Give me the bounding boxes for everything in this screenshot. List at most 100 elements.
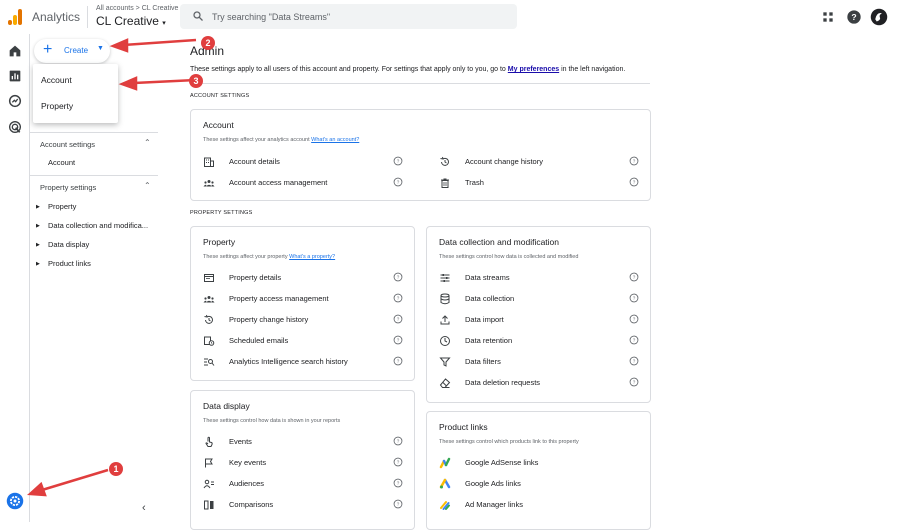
data-retention-row[interactable]: Data retention ? xyxy=(439,334,639,348)
eraser-icon xyxy=(439,378,451,388)
property-settings-header[interactable]: Property settings xyxy=(40,183,96,192)
apps-grid-icon[interactable] xyxy=(820,9,836,25)
create-label: Create xyxy=(64,46,89,55)
card-title: Data display xyxy=(203,401,250,411)
chevron-up-icon[interactable]: ⌃ xyxy=(144,181,151,190)
data-deletion-row[interactable]: Data deletion requests ? xyxy=(439,376,639,390)
search-icon xyxy=(193,11,203,21)
building-icon xyxy=(204,157,214,167)
account-change-history-row[interactable]: Account change history ? xyxy=(439,155,639,169)
sidenav-item-data-collection[interactable]: Data collection and modifica... xyxy=(48,221,148,230)
sidenav-item-data-display[interactable]: Data display xyxy=(48,240,89,249)
svg-text:?: ? xyxy=(397,481,400,486)
expand-triangle-icon[interactable]: ▶ xyxy=(36,223,40,229)
trash-row[interactable]: Trash ? xyxy=(439,176,639,190)
card-icon xyxy=(204,274,214,282)
comparisons-row[interactable]: Comparisons ? xyxy=(203,498,403,512)
collapse-nav-icon[interactable]: ‹ xyxy=(142,502,146,514)
card-title: Data collection and modification xyxy=(439,237,560,247)
touch-icon xyxy=(205,436,213,447)
search-input[interactable] xyxy=(212,8,502,25)
svg-text:?: ? xyxy=(633,159,636,164)
expand-triangle-icon[interactable]: ▶ xyxy=(36,261,40,267)
admin-gear-icon[interactable] xyxy=(6,492,24,510)
account-access-row[interactable]: Account access management ? xyxy=(203,176,403,190)
svg-text:?: ? xyxy=(397,460,400,465)
sidenav-item-property[interactable]: Property xyxy=(48,202,76,211)
chevron-up-icon[interactable]: ⌃ xyxy=(144,138,151,147)
create-menu-property[interactable]: Property xyxy=(41,101,73,111)
help-icon[interactable]: ? xyxy=(629,335,639,345)
help-icon[interactable]: ? xyxy=(393,436,403,446)
help-icon[interactable]: ? xyxy=(393,335,403,345)
app-title: Analytics xyxy=(32,10,81,24)
ad-manager-links-row[interactable]: Ad Manager links xyxy=(439,498,639,512)
help-icon[interactable]: ? xyxy=(629,293,639,303)
avatar[interactable] xyxy=(870,8,888,26)
data-import-row[interactable]: Data import ? xyxy=(439,313,639,327)
analytics-logo-icon[interactable] xyxy=(8,9,22,25)
reports-icon[interactable] xyxy=(7,68,23,84)
home-icon[interactable] xyxy=(7,43,23,59)
data-streams-row[interactable]: Data streams ? xyxy=(439,271,639,285)
expand-triangle-icon[interactable]: ▶ xyxy=(36,204,40,210)
help-icon[interactable]: ? xyxy=(846,9,862,25)
data-filters-row[interactable]: Data filters ? xyxy=(439,355,639,369)
sidenav-item-account[interactable]: Account xyxy=(48,158,75,167)
help-icon[interactable]: ? xyxy=(393,314,403,324)
history-icon xyxy=(440,156,449,166)
help-icon[interactable]: ? xyxy=(629,377,639,387)
help-icon[interactable]: ? xyxy=(393,499,403,509)
help-icon[interactable]: ? xyxy=(629,356,639,366)
create-button[interactable]: + Create ▼ xyxy=(34,39,110,63)
whats-property-link[interactable]: What's a property? xyxy=(289,254,335,260)
help-icon[interactable]: ? xyxy=(393,356,403,366)
svg-text:?: ? xyxy=(397,317,400,322)
search-bar[interactable] xyxy=(180,4,517,29)
audiences-row[interactable]: Audiences ? xyxy=(203,477,403,491)
expand-triangle-icon[interactable]: ▶ xyxy=(36,242,40,248)
data-collection-row[interactable]: Data collection ? xyxy=(439,292,639,306)
whats-account-link[interactable]: What's an account? xyxy=(311,137,359,143)
property-access-row[interactable]: Property access management ? xyxy=(203,292,403,306)
account-settings-header[interactable]: Account settings xyxy=(40,140,95,149)
my-preferences-link[interactable]: My preferences xyxy=(508,66,559,73)
card-subtitle: These settings affect your analytics acc… xyxy=(203,137,360,143)
scheduled-emails-row[interactable]: Scheduled emails ? xyxy=(203,334,403,348)
divider xyxy=(30,132,158,133)
help-icon[interactable]: ? xyxy=(629,177,639,187)
svg-text:?: ? xyxy=(397,439,400,444)
explore-icon[interactable] xyxy=(7,93,23,109)
help-icon[interactable]: ? xyxy=(629,272,639,282)
card-subtitle: These settings control how data is colle… xyxy=(439,254,579,260)
events-row[interactable]: Events ? xyxy=(203,435,403,449)
google-ads-links-row[interactable]: Google Ads links xyxy=(439,477,639,491)
help-icon[interactable]: ? xyxy=(629,156,639,166)
key-events-row[interactable]: Key events ? xyxy=(203,456,403,470)
property-settings-label: PROPERTY SETTINGS xyxy=(190,210,253,216)
help-icon[interactable]: ? xyxy=(393,457,403,467)
account-details-row[interactable]: Account details ? xyxy=(203,155,403,169)
create-menu-account[interactable]: Account xyxy=(41,75,72,85)
adsense-icon xyxy=(439,457,451,469)
search-history-row[interactable]: Analytics Intelligence search history ? xyxy=(203,355,403,369)
help-icon[interactable]: ? xyxy=(393,156,403,166)
account-breadcrumb[interactable]: All accounts > CL Creative xyxy=(96,5,178,12)
sidenav-item-product-links[interactable]: Product links xyxy=(48,259,91,268)
svg-text:?: ? xyxy=(397,180,400,185)
svg-text:?: ? xyxy=(397,159,400,164)
help-icon[interactable]: ? xyxy=(629,314,639,324)
property-change-history-row[interactable]: Property change history ? xyxy=(203,313,403,327)
svg-text:?: ? xyxy=(397,502,400,507)
help-icon[interactable]: ? xyxy=(393,293,403,303)
help-icon[interactable]: ? xyxy=(393,272,403,282)
account-picker[interactable]: CL Creative ▾ xyxy=(96,14,166,28)
advertising-icon[interactable] xyxy=(7,119,23,135)
property-details-row[interactable]: Property details ? xyxy=(203,271,403,285)
data-display-card: Data display These settings control how … xyxy=(190,390,415,530)
adsense-links-row[interactable]: Google AdSense links xyxy=(439,456,639,470)
audience-icon xyxy=(203,479,214,489)
help-icon[interactable]: ? xyxy=(393,177,403,187)
help-icon[interactable]: ? xyxy=(393,478,403,488)
admin-sidenav: + Create ▼ Account Property Account sett… xyxy=(30,34,160,522)
